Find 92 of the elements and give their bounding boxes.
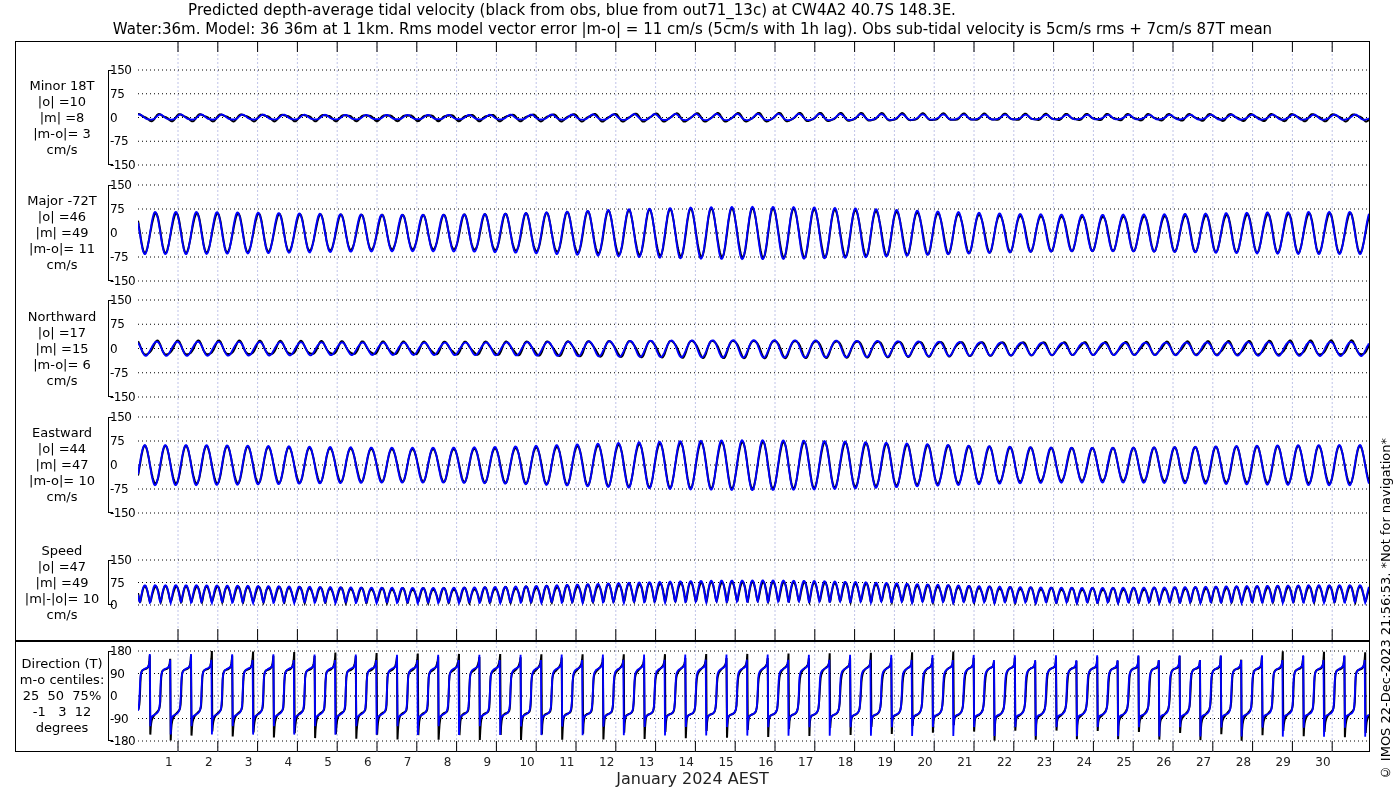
- panel-label: degrees: [35, 720, 89, 736]
- y-tick-label: -150: [109, 158, 136, 172]
- y-tick-label: 150: [109, 63, 132, 77]
- panel-label: |o| =47: [37, 558, 87, 575]
- y-tick-label: 0: [109, 110, 118, 125]
- x-tick-label: 17: [797, 755, 815, 769]
- y-tick-label: 75: [109, 317, 125, 332]
- y-tick-label: -150: [109, 390, 136, 404]
- y-tick-label: 0: [109, 598, 118, 612]
- panel-label: |o| =46: [37, 209, 87, 225]
- x-tick-label: 28: [1234, 755, 1253, 769]
- x-tick-label: 7: [402, 755, 413, 769]
- y-tick-label: 75: [109, 86, 125, 101]
- y-tick-label: -75: [109, 134, 129, 149]
- y-tick-label: 0: [109, 341, 118, 356]
- panel-label: |m-o|= 3: [33, 125, 91, 142]
- x-tick-label: 3: [243, 755, 254, 769]
- x-tick-label: 10: [518, 755, 536, 769]
- x-tick-label: 4: [283, 755, 294, 769]
- x-tick-label: 21: [956, 755, 974, 769]
- y-tick-label: -90: [109, 711, 129, 726]
- panel-label: cm/s: [46, 141, 78, 158]
- x-tick-label: 30: [1314, 755, 1332, 769]
- y-tick-label: -75: [109, 250, 129, 264]
- y-tick-label: -75: [109, 365, 129, 380]
- y-tick-label: 0: [109, 689, 118, 703]
- copyright-note: © IMOS 22-Dec-2023 21:56:53. *Not for navigation*: [1378, 437, 1394, 780]
- panel-label: |m| =49: [35, 225, 89, 241]
- x-tick-label: 9: [482, 755, 493, 769]
- x-tick-label: 6: [363, 755, 373, 769]
- y-tick-label: 0: [109, 226, 118, 240]
- x-tick-label: 2: [203, 755, 214, 769]
- panel-label: Eastward: [32, 425, 92, 441]
- panel-label: |o| =44: [37, 441, 87, 457]
- x-tick-label: 25: [1115, 755, 1133, 769]
- panel-label: cm/s: [46, 489, 78, 505]
- panel-label: Minor 18T: [29, 77, 95, 94]
- panel-label: |o| =17: [37, 324, 87, 341]
- panel-label: |m-o|= 10: [29, 473, 95, 489]
- y-tick-label: 75: [109, 202, 125, 216]
- chart-title: Predicted depth-average tidal velocity (black from obs, blue from out71_13c) at CW4A2 40.7S 148.3E.: [188, 1, 957, 20]
- x-tick-label: 8: [442, 755, 453, 769]
- x-tick-label: 1: [164, 755, 174, 769]
- y-tick-label: 75: [109, 434, 125, 448]
- x-tick-label: 19: [876, 755, 894, 769]
- y-tick-label: 0: [109, 458, 118, 472]
- y-tick-label: -150: [109, 274, 136, 288]
- panel-label: |m| =47: [35, 457, 89, 473]
- x-tick-label: 27: [1194, 755, 1213, 769]
- y-tick-label: 150: [109, 178, 132, 192]
- panel-label: Northward: [27, 308, 97, 325]
- chart-subtitle: Water:36m. Model: 36 36m at 1 1km. Rms model vector error |m-o| = 11 cm/s (5cm/s with 1h lag). Obs sub-tidal velocity is 5cm/s rms + 7cm/s 87T mean: [112, 20, 1273, 39]
- panel-label: m-o centiles:: [19, 672, 105, 688]
- x-tick-label: 16: [757, 755, 775, 769]
- panel-label: cm/s: [46, 606, 78, 623]
- panel-label: |m| =15: [35, 340, 89, 357]
- x-tick-label: 12: [598, 755, 616, 769]
- panel-label: |m-o|= 6: [33, 356, 91, 373]
- x-axis-label: January 2024 AEST: [616, 769, 769, 789]
- x-tick-label: 22: [996, 755, 1014, 769]
- panel-label: |m| =8: [39, 109, 85, 126]
- y-tick-label: 90: [109, 666, 125, 681]
- x-tick-label: 13: [637, 755, 656, 769]
- y-tick-label: -75: [109, 482, 129, 496]
- x-tick-label: 11: [558, 755, 576, 769]
- y-tick-label: -150: [109, 506, 136, 520]
- y-tick-label: 75: [109, 575, 125, 590]
- panel-label: |o| =10: [37, 93, 87, 110]
- x-tick-label: 15: [717, 755, 735, 769]
- y-tick-label: 150: [109, 293, 132, 307]
- x-tick-label: 14: [677, 755, 695, 769]
- x-tick-label: 5: [323, 755, 333, 769]
- y-tick-label: -180: [109, 734, 136, 748]
- panel-label: 25 50 75%: [22, 688, 102, 704]
- y-tick-label: 150: [109, 553, 132, 567]
- x-tick-label: 24: [1075, 755, 1093, 769]
- y-tick-label: 180: [109, 644, 132, 658]
- panel-label: |m|-|o|= 10: [24, 590, 100, 607]
- y-tick-label: 150: [109, 410, 132, 424]
- panel-label: Major -72T: [27, 193, 97, 209]
- x-tick-label: 20: [916, 755, 934, 769]
- panel-label: cm/s: [46, 372, 78, 389]
- x-tick-label: 26: [1155, 755, 1173, 769]
- x-tick-label: 18: [836, 755, 855, 769]
- panel-label: |m| =49: [35, 574, 89, 591]
- panel-label: cm/s: [46, 257, 78, 273]
- x-tick-label: 29: [1274, 755, 1292, 769]
- x-tick-label: 23: [1035, 755, 1054, 769]
- panel-label: Direction (T): [21, 656, 103, 672]
- panel-label: -1 3 12: [32, 704, 92, 720]
- panel-label: Speed: [41, 542, 83, 559]
- panel-label: |m-o|= 11: [29, 241, 95, 257]
